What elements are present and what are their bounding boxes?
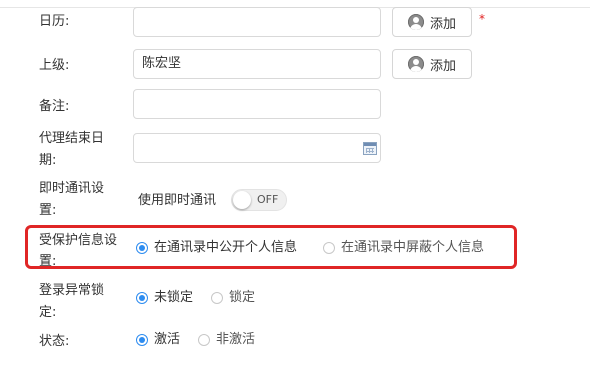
radio-selected-icon[interactable] <box>136 334 148 346</box>
radio-locked[interactable]: 锁定 <box>211 288 255 308</box>
superior-add-button[interactable]: 添加 <box>392 49 472 79</box>
agent-end-date-field[interactable] <box>133 133 381 163</box>
calendar-add-button[interactable]: 添加 <box>392 7 472 37</box>
superior-field[interactable]: 陈宏坚 <box>133 49 381 79</box>
radio-unlocked-label: 未锁定 <box>154 290 194 305</box>
required-mark: * <box>479 12 485 26</box>
toggle-knob <box>233 191 251 209</box>
radio-active-label: 激活 <box>154 332 181 347</box>
calendar-field[interactable] <box>133 7 381 37</box>
calendar-add-button-label: 添加 <box>429 16 456 32</box>
user-icon <box>407 56 424 72</box>
calendar-icon[interactable] <box>363 142 377 155</box>
radio-unlocked[interactable]: 未锁定 <box>136 288 193 308</box>
remark-field[interactable] <box>133 89 381 119</box>
radio-active[interactable]: 激活 <box>136 330 180 350</box>
im-settings-label-line2: 置: <box>39 203 57 218</box>
im-settings-label-line1: 即时通讯设 <box>39 181 105 196</box>
toggle-state-label: OFF <box>257 193 279 206</box>
status-label: 状态: <box>39 334 70 349</box>
login-lock-label-line2: 定: <box>39 305 57 320</box>
radio-unselected-icon[interactable] <box>211 292 223 304</box>
radio-unselected-icon[interactable] <box>198 334 210 346</box>
remark-label: 备注: <box>39 99 70 114</box>
radio-selected-icon[interactable] <box>136 292 148 304</box>
superior-add-button-label: 添加 <box>429 58 456 74</box>
agent-end-date-label-line1: 代理结束日 <box>39 131 105 146</box>
radio-inactive[interactable]: 非激活 <box>198 330 255 350</box>
login-lock-label-line1: 登录异常锁 <box>39 283 105 298</box>
radio-inactive-label: 非激活 <box>216 332 256 347</box>
user-icon <box>407 14 424 30</box>
radio-locked-label: 锁定 <box>229 290 256 305</box>
agent-end-date-label-line2: 期: <box>39 153 57 168</box>
im-settings-text: 使用即时通讯 <box>138 193 217 208</box>
calendar-label: 日历: <box>39 14 70 29</box>
highlight-box <box>25 225 517 269</box>
superior-label: 上级: <box>39 58 70 73</box>
im-toggle-switch[interactable]: OFF <box>231 189 287 211</box>
